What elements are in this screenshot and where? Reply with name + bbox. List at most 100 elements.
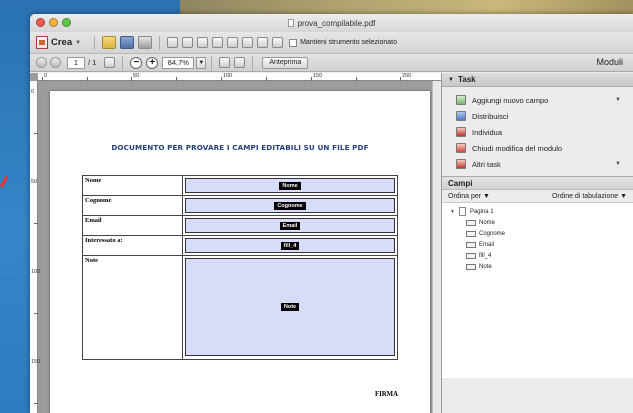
dropdown-tool-icon[interactable] <box>227 37 239 48</box>
text-field-icon <box>466 219 476 226</box>
ruler-mark: 50 <box>31 179 38 185</box>
pdf-page: DOCUMENTO PER PROVARE I CAMPI EDITABILI … <box>50 91 430 413</box>
signature-tool-icon[interactable] <box>272 37 284 48</box>
save-icon[interactable] <box>120 36 135 49</box>
field-label: Cognome <box>82 195 183 216</box>
task-find[interactable]: Individua <box>456 124 633 140</box>
table-row: Note Note <box>82 255 398 360</box>
create-label: Crea <box>51 37 73 48</box>
task-distribute[interactable]: Distribuisci <box>456 108 633 124</box>
radio-tool-icon[interactable] <box>197 37 209 48</box>
task-add-field[interactable]: Aggiungi nuovo campo ▼ <box>456 92 633 108</box>
close-window-button[interactable] <box>36 18 45 27</box>
maximize-window-button[interactable] <box>62 18 71 27</box>
fields-section-header: Campi <box>442 176 633 190</box>
add-field-icon <box>456 95 466 105</box>
field-name-tag: Email <box>279 221 301 230</box>
zoom-out-button[interactable]: − <box>130 56 143 69</box>
document-icon <box>287 19 294 27</box>
form-field-note[interactable]: Note <box>185 258 395 356</box>
tree-field-item[interactable]: Cognome <box>450 228 633 239</box>
navigation-toolbar: 1 / 1 − + 84,7% ▼ Anteprima Moduli <box>30 54 633 72</box>
forms-label[interactable]: Moduli <box>596 57 623 67</box>
preview-button[interactable]: Anteprima <box>262 56 309 69</box>
sort-by-menu[interactable]: Ordina per ▼ <box>448 193 490 200</box>
select-cursor-icon[interactable] <box>104 57 116 68</box>
form-field-interessato[interactable]: fill_4 <box>185 238 395 253</box>
form-field-nome[interactable]: Nome <box>185 178 395 193</box>
task-more[interactable]: Altri task ▼ <box>456 156 633 172</box>
fields-tree: ▼ Pagina 1 Nome Cognome Email fill_4 Not… <box>442 203 633 378</box>
toolbar-separator <box>94 35 96 50</box>
tab-order-menu[interactable]: Ordine di tabulazione ▼ <box>552 193 627 200</box>
task-label: Chiudi modifica del modulo <box>472 143 563 153</box>
main-toolbar: Crea ▼ Mantieni strumento selezionato <box>30 32 633 54</box>
table-row: Cognome Cognome <box>82 195 398 216</box>
create-button[interactable]: Crea ▼ <box>36 36 81 49</box>
minimize-window-button[interactable] <box>49 18 58 27</box>
content-area: 0 50 100 150 200 0 50 100 150 DOCUMENTO … <box>30 73 633 413</box>
open-folder-icon[interactable] <box>102 36 117 49</box>
page-number-input[interactable]: 1 <box>67 56 85 69</box>
document-viewer: 0 50 100 150 200 0 50 100 150 DOCUMENTO … <box>30 73 441 413</box>
keep-tool-checkbox[interactable] <box>289 38 298 47</box>
tree-page-node[interactable]: ▼ Pagina 1 <box>450 206 633 217</box>
fields-header-label: Campi <box>448 178 473 188</box>
text-field-icon <box>466 241 476 248</box>
signature-label: FIRMA <box>374 391 398 398</box>
task-label: Distribuisci <box>472 111 509 121</box>
ruler-mark: 100 <box>223 73 233 79</box>
zoom-in-button[interactable]: + <box>146 56 159 69</box>
fields-sort-row: Ordina per ▼ Ordine di tabulazione ▼ <box>442 190 633 203</box>
ruler-mark: 0 <box>31 89 35 95</box>
zoom-dropdown-button[interactable]: ▼ <box>196 56 207 69</box>
list-box-tool-icon[interactable] <box>212 37 224 48</box>
task-header-label: Task <box>457 75 476 84</box>
tree-field-item[interactable]: Nome <box>450 217 633 228</box>
form-field-cognome[interactable]: Cognome <box>185 198 395 213</box>
toolbar-separator <box>159 35 161 50</box>
barcode-tool-icon[interactable] <box>257 37 269 48</box>
desktop-background <box>180 0 633 14</box>
text-field-icon <box>466 230 476 237</box>
find-icon <box>456 127 466 137</box>
ruler-mark: 100 <box>31 269 41 275</box>
table-row: Email Email <box>82 215 398 236</box>
ruler-mark: 0 <box>44 73 48 79</box>
close-edit-icon <box>456 143 466 153</box>
fit-page-icon[interactable] <box>219 57 231 68</box>
checkbox-tool-icon[interactable] <box>182 37 194 48</box>
field-label: Note <box>82 255 183 360</box>
field-name-tag: Note <box>280 303 300 311</box>
task-close-edit[interactable]: Chiudi modifica del modulo <box>456 140 633 156</box>
task-list: Aggiungi nuovo campo ▼ Distribuisci Indi… <box>442 87 633 176</box>
field-label: Email <box>82 215 183 236</box>
print-icon[interactable] <box>138 36 153 49</box>
text-field-icon <box>466 263 476 270</box>
fit-width-icon[interactable] <box>234 57 246 68</box>
form-field-email[interactable]: Email <box>185 218 395 233</box>
table-row: Interessato a: fill_4 <box>82 235 398 256</box>
previous-page-button[interactable] <box>36 57 47 68</box>
button-tool-icon[interactable] <box>242 37 254 48</box>
text-field-tool-icon[interactable] <box>167 37 179 48</box>
tree-field-item[interactable]: Note <box>450 261 633 272</box>
more-tasks-icon <box>456 159 466 169</box>
task-label: Individua <box>472 127 503 137</box>
field-name-tag: Nome <box>279 181 301 190</box>
text-field-icon <box>466 252 476 259</box>
keep-tool-label: Mantieni strumento selezionato <box>300 39 397 46</box>
vertical-ruler: 0 50 100 150 <box>30 81 41 413</box>
ruler-mark: 150 <box>313 73 323 79</box>
tree-field-item[interactable]: fill_4 <box>450 250 633 261</box>
document-scrollbar[interactable] <box>432 81 441 413</box>
next-page-button[interactable] <box>50 57 61 68</box>
disclosure-triangle-icon: ▼ <box>448 76 454 83</box>
tree-field-item[interactable]: Email <box>450 239 633 250</box>
task-section-header[interactable]: ▼ Task <box>442 73 633 87</box>
chevron-down-icon: ▼ <box>75 39 82 46</box>
create-icon <box>36 36 48 49</box>
window-controls <box>36 18 71 27</box>
zoom-level-input[interactable]: 84,7% <box>162 56 195 69</box>
table-row: Nome Nome <box>82 175 398 196</box>
